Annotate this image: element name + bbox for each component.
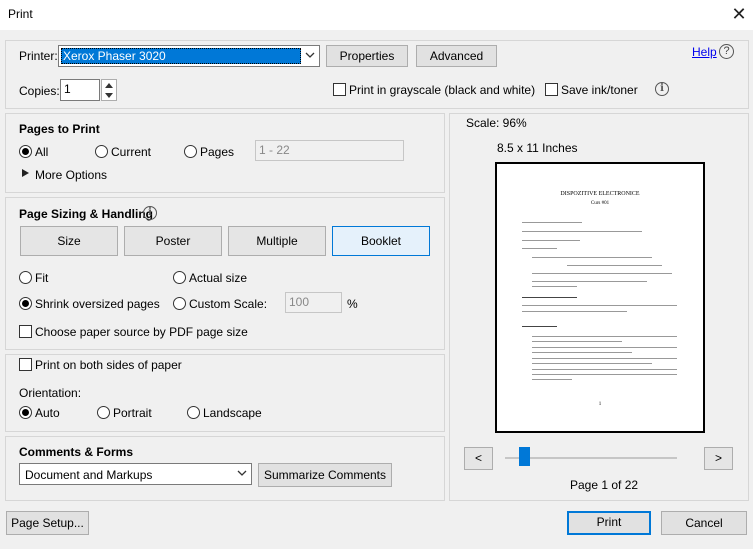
advanced-button[interactable]: Advanced bbox=[416, 45, 497, 67]
pages-to-print-heading: Pages to Print bbox=[19, 122, 100, 136]
preview-doc-subtitle: Curs #01 bbox=[590, 201, 610, 206]
landscape-radio[interactable] bbox=[187, 406, 200, 419]
comments-selected-value: Document and Markups bbox=[25, 468, 153, 482]
orientation-heading: Orientation: bbox=[19, 386, 82, 400]
stepper-down-icon[interactable] bbox=[105, 92, 113, 99]
page-indicator: Page 1 of 22 bbox=[570, 478, 639, 492]
pages-range-radio[interactable] bbox=[184, 145, 197, 158]
paper-source-label: Choose paper source by PDF page size bbox=[35, 325, 248, 339]
fit-label: Fit bbox=[35, 271, 49, 285]
copies-label: Copies: bbox=[19, 84, 60, 98]
both-sides-checkbox[interactable] bbox=[19, 358, 32, 371]
custom-scale-value: 100 bbox=[289, 295, 310, 309]
tab-multiple[interactable]: Multiple bbox=[228, 226, 326, 256]
shrink-label: Shrink oversized pages bbox=[35, 297, 160, 311]
current-page-label: Current bbox=[111, 145, 152, 159]
fit-radio[interactable] bbox=[19, 271, 32, 284]
printer-selected-value: Xerox Phaser 3020 bbox=[63, 49, 166, 63]
both-sides-label: Print on both sides of paper bbox=[35, 358, 182, 372]
title-bar bbox=[0, 0, 753, 30]
stepper-up-icon[interactable] bbox=[105, 82, 113, 89]
portrait-radio[interactable] bbox=[97, 406, 110, 419]
tab-size[interactable]: Size bbox=[20, 226, 118, 256]
copies-stepper[interactable] bbox=[101, 79, 117, 101]
save-ink-checkbox[interactable] bbox=[545, 83, 558, 96]
copies-input[interactable]: 1 bbox=[60, 79, 100, 101]
shrink-radio[interactable] bbox=[19, 297, 32, 310]
close-icon[interactable]: ✕ bbox=[728, 3, 750, 25]
scale-label: Scale: 96% bbox=[466, 116, 527, 130]
summarize-comments-button[interactable]: Summarize Comments bbox=[258, 463, 392, 487]
save-ink-label: Save ink/toner bbox=[561, 83, 638, 97]
pages-range-value: 1 - 22 bbox=[259, 143, 290, 157]
next-page-button[interactable]: > bbox=[704, 447, 733, 470]
custom-scale-input[interactable]: 100 bbox=[285, 292, 342, 313]
landscape-label: Landscape bbox=[203, 406, 262, 420]
help-icon[interactable]: ? bbox=[719, 44, 734, 59]
comments-forms-heading: Comments & Forms bbox=[19, 445, 134, 459]
cancel-button[interactable]: Cancel bbox=[661, 511, 747, 535]
help-link[interactable]: Help bbox=[692, 45, 717, 59]
chevron-down-icon bbox=[305, 52, 315, 58]
auto-orientation-radio[interactable] bbox=[19, 406, 32, 419]
pages-range-label: Pages bbox=[200, 145, 235, 159]
actual-size-radio[interactable] bbox=[173, 271, 186, 284]
expand-triangle-icon[interactable] bbox=[22, 169, 29, 177]
all-pages-radio[interactable] bbox=[19, 145, 32, 158]
copies-value: 1 bbox=[64, 82, 71, 96]
preview-page-number: 1 bbox=[598, 402, 602, 407]
preview-doc-title: DISPOZITIVE ELECTRONICE bbox=[560, 191, 640, 197]
comments-select[interactable]: Document and Markups bbox=[19, 463, 252, 485]
page-setup-button[interactable]: Page Setup... bbox=[6, 511, 89, 535]
printer-label: Printer: bbox=[19, 49, 58, 63]
paper-source-checkbox[interactable] bbox=[19, 325, 32, 338]
prev-page-button[interactable]: < bbox=[464, 447, 493, 470]
window-title: Print bbox=[8, 7, 33, 21]
printer-select[interactable]: Xerox Phaser 3020 bbox=[58, 45, 320, 67]
page-slider-thumb[interactable] bbox=[519, 447, 530, 466]
auto-orientation-label: Auto bbox=[35, 406, 60, 420]
page-preview: DISPOZITIVE ELECTRONICE Curs #01 1 bbox=[495, 162, 705, 433]
sizing-info-icon[interactable]: i bbox=[143, 206, 157, 220]
pages-range-input[interactable]: 1 - 22 bbox=[255, 140, 404, 161]
percent-label: % bbox=[347, 297, 358, 311]
print-button[interactable]: Print bbox=[567, 511, 651, 535]
grayscale-label: Print in grayscale (black and white) bbox=[349, 83, 536, 97]
grayscale-checkbox[interactable] bbox=[333, 83, 346, 96]
page-sizing-heading: Page Sizing & Handling bbox=[19, 207, 154, 221]
tab-poster[interactable]: Poster bbox=[124, 226, 222, 256]
portrait-label: Portrait bbox=[113, 406, 152, 420]
page-slider-track[interactable] bbox=[505, 457, 677, 459]
info-icon[interactable]: i bbox=[655, 82, 669, 96]
properties-button[interactable]: Properties bbox=[326, 45, 408, 67]
all-pages-label: All bbox=[35, 145, 49, 159]
paper-size-label: 8.5 x 11 Inches bbox=[497, 141, 578, 155]
more-options-label[interactable]: More Options bbox=[35, 168, 107, 182]
actual-size-label: Actual size bbox=[189, 271, 248, 285]
current-page-radio[interactable] bbox=[95, 145, 108, 158]
chevron-down-icon bbox=[237, 470, 247, 476]
tab-booklet[interactable]: Booklet bbox=[332, 226, 430, 256]
custom-scale-radio[interactable] bbox=[173, 297, 186, 310]
custom-scale-label: Custom Scale: bbox=[189, 297, 268, 311]
